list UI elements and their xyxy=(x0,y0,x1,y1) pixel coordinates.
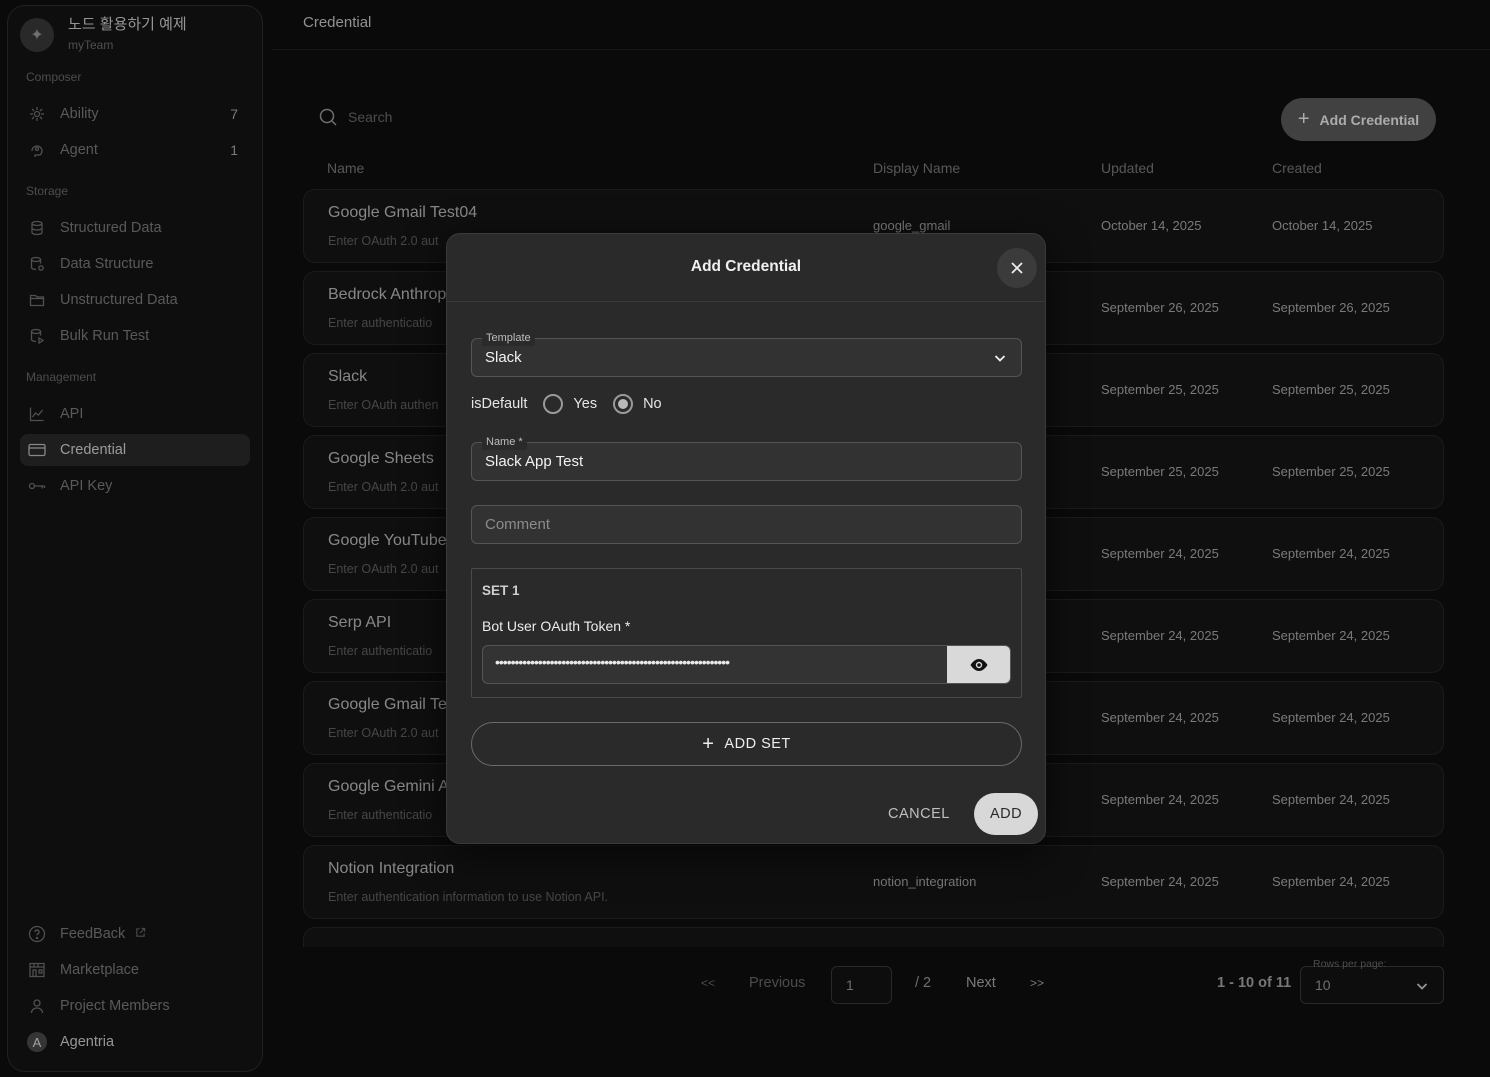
is-default-group: isDefault Yes No xyxy=(471,394,662,414)
token-input[interactable]: ••••••••••••••••••••••••••••••••••••••••… xyxy=(482,645,1011,684)
radio-no[interactable] xyxy=(613,394,634,414)
token-value: ••••••••••••••••••••••••••••••••••••••••… xyxy=(495,654,730,670)
app: ✦ 노드 활용하기 예제 myTeam Composer Ability 7 A… xyxy=(0,0,1490,1077)
credential-set: SET 1 Bot User OAuth Token * •••••••••••… xyxy=(471,568,1022,698)
add-button[interactable]: ADD xyxy=(974,793,1038,835)
modal-header: Add Credential xyxy=(447,234,1045,302)
cancel-button[interactable]: CANCEL xyxy=(888,806,950,822)
modal-title: Add Credential xyxy=(690,258,802,275)
name-label: Name * xyxy=(482,434,527,450)
template-label: Template xyxy=(482,330,535,346)
token-label: Bot User OAuth Token * xyxy=(482,618,631,634)
close-icon xyxy=(1011,262,1023,274)
toggle-visibility-button[interactable] xyxy=(947,646,1010,683)
add-set-button[interactable]: + ADD SET xyxy=(471,722,1022,766)
eye-icon xyxy=(970,658,987,671)
close-button[interactable] xyxy=(997,248,1037,288)
template-value: Slack xyxy=(485,349,522,366)
radio-no-label[interactable]: No xyxy=(643,396,662,412)
is-default-label: isDefault xyxy=(471,396,528,412)
chevron-down-icon xyxy=(993,351,1007,370)
plus-icon: + xyxy=(702,732,715,755)
comment-field[interactable]: Comment xyxy=(471,505,1022,544)
comment-placeholder: Comment xyxy=(485,516,551,533)
add-set-label: ADD SET xyxy=(724,736,791,752)
radio-yes-label[interactable]: Yes xyxy=(573,396,597,412)
name-field[interactable]: Name * Slack App Test xyxy=(471,434,1022,481)
add-credential-dialog: Add Credential Template Slack isDefault … xyxy=(446,233,1046,844)
set-title: SET 1 xyxy=(482,583,520,598)
template-select[interactable]: Template Slack xyxy=(471,330,1022,377)
name-value: Slack App Test xyxy=(485,453,584,470)
radio-yes[interactable] xyxy=(543,394,564,414)
